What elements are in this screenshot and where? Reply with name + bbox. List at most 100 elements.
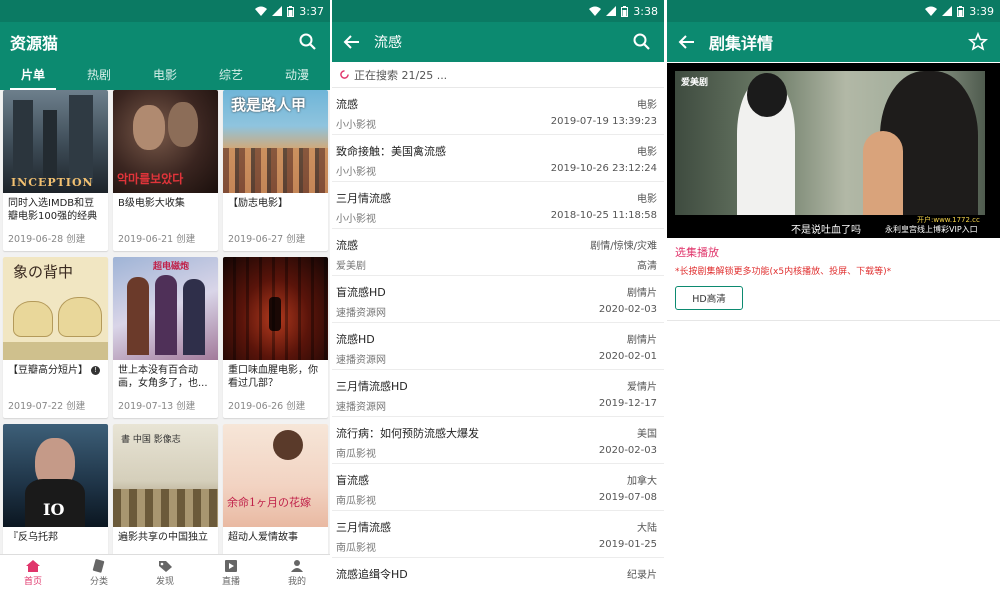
- list-item[interactable]: 三月情流感HD 爱情片 速播资源网 2019-12-17: [332, 370, 664, 417]
- tab-playlist[interactable]: 片单: [0, 62, 66, 90]
- poster-image: 書 中国 影像志: [113, 424, 218, 527]
- list-item[interactable]: 流感 剧情/惊悚/灾难 爱美剧 高清: [332, 229, 664, 276]
- poster-image: [223, 257, 328, 360]
- episode-section-title: 选集播放: [675, 246, 719, 259]
- search-icon[interactable]: [298, 32, 318, 52]
- long-press-hint: *长按剧集解锁更多功能(x5内核播放、投屏、下载等)*: [675, 267, 892, 277]
- card-title: 同时入选IMDB和豆瓣电影100强的经典: [8, 198, 98, 222]
- result-title: 流感HD: [336, 333, 375, 346]
- status-time: 3:37: [299, 4, 324, 18]
- result-title: 流感: [336, 98, 358, 111]
- signal-icon: [942, 6, 953, 16]
- user-icon: [291, 560, 303, 572]
- nav-live[interactable]: 直播: [198, 555, 264, 591]
- list-item[interactable]: 盲流感 加拿大 南瓜影视 2019-07-08: [332, 464, 664, 511]
- nav-label: 我的: [287, 577, 306, 587]
- star-icon[interactable]: [968, 32, 988, 52]
- poster-title: 象の背中: [13, 263, 74, 281]
- card-date: 2019-06-21 创建: [118, 234, 196, 245]
- back-arrow-icon[interactable]: [677, 32, 697, 52]
- battery-icon: [621, 5, 629, 17]
- result-date: 2018-10-25 11:18:58: [550, 210, 657, 221]
- result-tag: 剧情片: [627, 335, 657, 346]
- list-item[interactable]: 流感追缉令HD 纪录片: [332, 558, 664, 591]
- card-title: 『反乌托邦: [8, 532, 58, 543]
- result-tag: 剧情片: [627, 288, 657, 299]
- result-source: 速播资源网: [336, 355, 386, 366]
- result-date: 2019-07-19 13:39:23: [550, 116, 657, 127]
- battery-icon: [957, 5, 965, 17]
- result-date: 2019-01-25: [598, 539, 657, 550]
- home-screen: 3:37 资源猫 片单 热剧 电影 综艺 动漫 INCEPTION 同时入选IM…: [0, 0, 330, 591]
- poster-title: 我是路人甲: [231, 96, 307, 114]
- result-tag: 电影: [637, 100, 657, 111]
- list-item[interactable]: 流感 电影小小影视 2019-07-19 13:39:23: [332, 88, 664, 135]
- status-bar: 3:38: [332, 0, 664, 22]
- tab-anime[interactable]: 动漫: [264, 62, 330, 90]
- card-title: 超动人爱情故事: [228, 532, 298, 543]
- list-item[interactable]: 盲流感HD 剧情片 速播资源网 2020-02-03: [332, 276, 664, 323]
- result-source: 速播资源网: [336, 402, 386, 413]
- nav-mine[interactable]: 我的: [264, 555, 330, 591]
- card-title: B级电影大收集: [118, 198, 185, 209]
- result-tag: 加拿大: [627, 476, 657, 487]
- result-date: 高清: [637, 261, 657, 272]
- result-title: 流行病：如何预防流感大爆发: [336, 427, 479, 440]
- nav-label: 直播: [221, 577, 240, 587]
- app-bar: 剧集详情: [667, 22, 1000, 62]
- card-title: 【豆瓣高分短片】 !: [3, 360, 108, 390]
- playlist-card[interactable]: 악마를보았다 B级电影大收集 2019-06-21 创建: [113, 90, 218, 251]
- list-item[interactable]: 三月情流感 大陆 南瓜影视 2019-01-25: [332, 511, 664, 558]
- result-date: 2020-02-03: [598, 445, 657, 456]
- result-date: 2019-10-26 23:12:24: [550, 163, 657, 174]
- playlist-card[interactable]: INCEPTION 同时入选IMDB和豆瓣电影100强的经典 2019-06-2…: [3, 90, 108, 251]
- playlist-card[interactable]: 超电磁炮 世上本没有百合动画，女角多了，也... 2019-07-13 创建: [113, 257, 218, 418]
- result-date: 2020-02-03: [598, 304, 657, 315]
- result-date: 2019-12-17: [598, 398, 657, 409]
- poster-image: INCEPTION: [3, 90, 108, 193]
- episode-button[interactable]: HD高清: [675, 286, 743, 310]
- nav-discover[interactable]: 发现: [132, 555, 198, 591]
- app-bar: 资源猫: [0, 22, 330, 62]
- info-icon[interactable]: !: [91, 365, 101, 375]
- results-list: 流感 电影小小影视 2019-07-19 13:39:23 致命接触：美国禽流感 电影…: [332, 88, 664, 591]
- poster-title: 余命1ヶ月の花嫁: [227, 496, 311, 509]
- result-source: 爱美剧: [336, 261, 366, 272]
- result-title: 流感追缉令HD: [336, 568, 408, 581]
- poster-image: 我是路人甲: [223, 90, 328, 193]
- card-title: 遍影共享の中国独立: [118, 532, 208, 543]
- result-title: 三月情流感: [336, 521, 391, 534]
- video-player[interactable]: 爱美剧 不是说吐血了吗 开户:www.1772.cc 永利皇宫线上博彩VIP入口: [667, 63, 1000, 238]
- list-item[interactable]: 流感HD 剧情片速播资源网 2020-02-01: [332, 323, 664, 370]
- nav-home[interactable]: 首页: [0, 555, 66, 591]
- search-icon[interactable]: [632, 32, 652, 52]
- app-title: 资源猫: [10, 34, 59, 53]
- result-date: 2020-02-01: [598, 351, 657, 362]
- poster-image: 象の背中: [3, 257, 108, 360]
- tab-movies[interactable]: 电影: [132, 62, 198, 90]
- card-date: 2019-07-22 创建: [8, 401, 86, 412]
- result-title: 盲流感: [336, 474, 369, 487]
- wifi-icon: [255, 6, 268, 16]
- playlist-card[interactable]: 重口味血腥电影，你看过几部？ 2019-06-26 创建: [223, 257, 328, 418]
- nav-category[interactable]: 分类: [66, 555, 132, 591]
- playlist-grid: INCEPTION 同时入选IMDB和豆瓣电影100强的经典 2019-06-2…: [0, 90, 330, 585]
- playlist-card[interactable]: 象の背中 【豆瓣高分短片】 ! 2019-07-22 创建: [3, 257, 108, 418]
- battery-icon: [287, 5, 295, 17]
- video-frame: [675, 71, 985, 215]
- back-arrow-icon[interactable]: [342, 32, 362, 52]
- result-title: 三月情流感HD: [336, 380, 408, 393]
- poster-title: 악마를보았다: [117, 172, 184, 186]
- signal-icon: [606, 6, 617, 16]
- tab-tv-series[interactable]: 热剧: [66, 62, 132, 90]
- tab-variety[interactable]: 综艺: [198, 62, 264, 90]
- result-source: 小小影视: [336, 120, 376, 131]
- list-item[interactable]: 致命接触：美国禽流感 电影 小小影视 2019-10-26 23:12:24: [332, 135, 664, 182]
- episode-detail-screen: 3:39 剧集详情 爱美剧 不是说吐血了吗 开户:www.1772.cc 永利皇…: [667, 0, 1000, 591]
- status-bar: 3:39: [667, 0, 1000, 22]
- playlist-card[interactable]: 我是路人甲 【励志电影】 2019-06-27 创建: [223, 90, 328, 251]
- result-source: 小小影视: [336, 214, 376, 225]
- list-item[interactable]: 三月情流感 电影 小小影视 2018-10-25 11:18:58: [332, 182, 664, 229]
- result-tag: 剧情/惊悚/灾难: [590, 241, 657, 252]
- list-item[interactable]: 流行病：如何预防流感大爆发 美国 南瓜影视 2020-02-03: [332, 417, 664, 464]
